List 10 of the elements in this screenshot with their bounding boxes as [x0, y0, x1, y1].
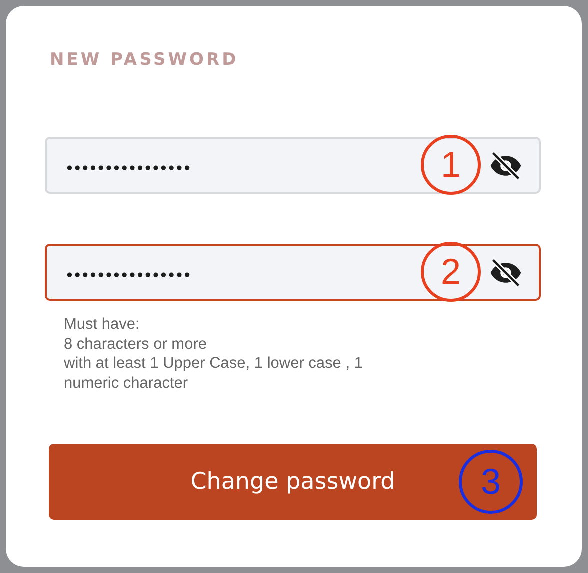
section-title: NEW PASSWORD: [50, 50, 240, 70]
password-field[interactable]: •••••••••••••••• 2: [45, 244, 541, 301]
eye-off-icon[interactable]: [489, 148, 523, 182]
step-marker: 1: [421, 135, 481, 195]
step-marker: 3: [459, 450, 523, 514]
change-password-button[interactable]: Change password 3: [49, 444, 537, 520]
step-marker: 2: [421, 242, 481, 302]
eye-off-icon[interactable]: [489, 256, 523, 290]
password-requirements: Must have: 8 characters or more with at least 1 Upper Case, 1 lower case , 1 numeric character: [64, 315, 364, 393]
password-field[interactable]: •••••••••••••••• 1: [45, 137, 541, 194]
